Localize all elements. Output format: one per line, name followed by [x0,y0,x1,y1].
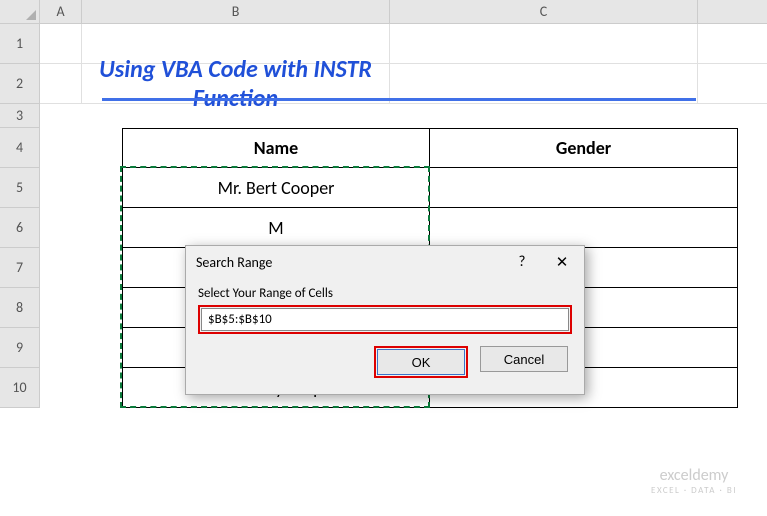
dialog-label: Select Your Range of Cells [198,286,572,301]
column-header-c[interactable]: C [390,0,698,23]
column-headers: A B C [0,0,767,24]
row-header-4[interactable]: 4 [0,128,40,168]
table-header-gender: Gender [430,128,738,168]
row-header-1[interactable]: 1 [0,24,40,64]
select-all-corner[interactable] [0,0,40,23]
row-header-8[interactable]: 8 [0,288,40,328]
ok-highlight: OK [374,346,468,378]
cell-name[interactable]: M [122,208,430,248]
row-header-2[interactable]: 2 [0,64,40,104]
cell-gender[interactable] [430,208,738,248]
range-input[interactable] [201,308,569,331]
close-icon[interactable]: ✕ [542,247,582,277]
row-header-9[interactable]: 9 [0,328,40,368]
column-header-b[interactable]: B [82,0,390,23]
row-header-3[interactable]: 3 [0,104,40,128]
column-header-a[interactable]: A [40,0,82,23]
table-header-name: Name [122,128,430,168]
dialog-title: Search Range [196,254,502,271]
row-header-5[interactable]: 5 [0,168,40,208]
table-row[interactable]: Mr. Bert Cooper [122,168,738,208]
row-header-7[interactable]: 7 [0,248,40,288]
ok-button[interactable]: OK [377,349,465,375]
search-range-dialog: Search Range ? ✕ Select Your Range of Ce… [185,245,585,395]
table-row[interactable]: M [122,208,738,248]
cell-name[interactable]: Mr. Bert Cooper [122,168,430,208]
help-icon[interactable]: ? [502,247,542,277]
row-header-6[interactable]: 6 [0,208,40,248]
cancel-button[interactable]: Cancel [480,346,568,372]
title-underline [102,98,696,101]
input-highlight [198,305,572,334]
page-title: Using VBA Code with INSTR Function [82,55,389,113]
dialog-titlebar[interactable]: Search Range ? ✕ [186,246,584,278]
row-headers: 1 2 3 4 5 6 7 8 9 10 [0,24,40,408]
cell-gender[interactable] [430,168,738,208]
row-header-10[interactable]: 10 [0,368,40,408]
